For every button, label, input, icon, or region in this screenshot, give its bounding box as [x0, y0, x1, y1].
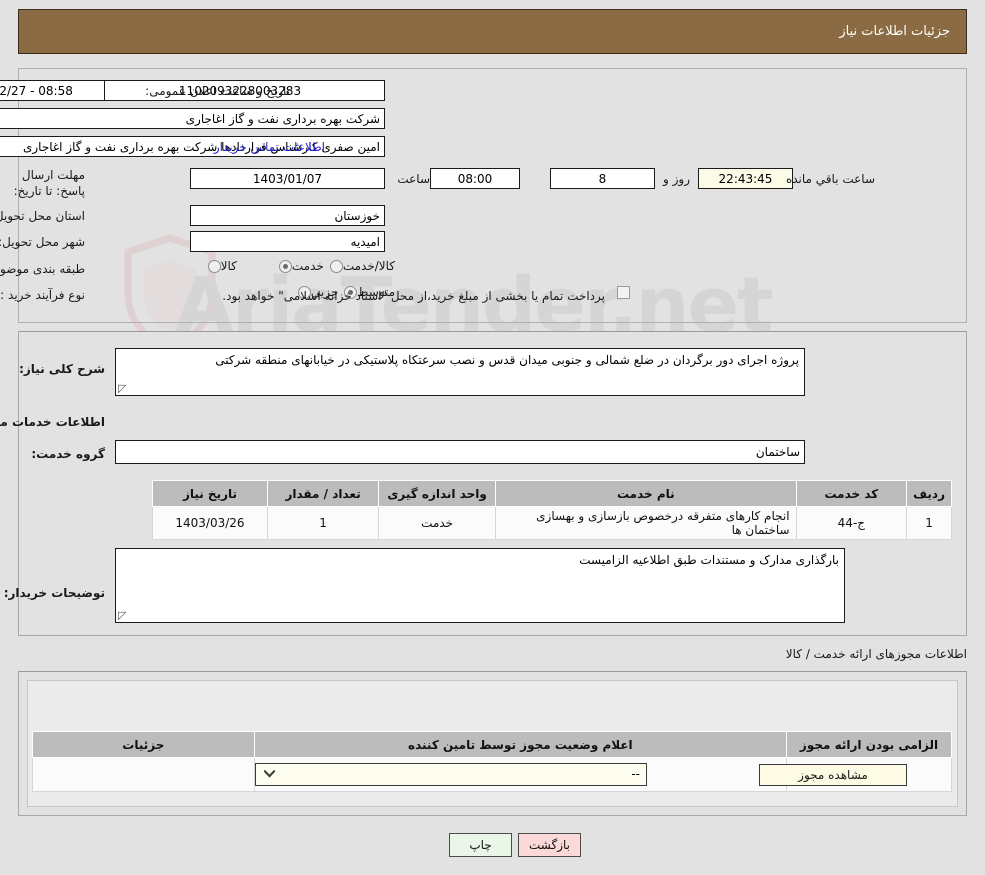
services-heading: اطلاعات خدمات مورد نیاز	[0, 415, 105, 429]
radio-kala-icon[interactable]	[207, 259, 221, 273]
view-permit-button[interactable]: مشاهده مجوز	[759, 764, 907, 786]
cell-permit-detail	[32, 757, 255, 792]
category-option-khedmat-label: خدمت	[291, 259, 324, 273]
cell-code: ج-44	[795, 506, 908, 540]
category-option-kala-khedmat[interactable]: کالا/خدمت	[324, 259, 395, 273]
buyer-notes-value: بارگذاری مدارک و مستندات طبق اطلاعیه الز…	[579, 553, 839, 567]
general-need-label: شرح کلی نیاز:	[19, 362, 105, 376]
buyer-notes-textarea[interactable]: بارگذاری مدارک و مستندات طبق اطلاعیه الز…	[115, 548, 845, 623]
category-label: طبقه بندی موضوعی:	[0, 262, 85, 276]
deadline-time-field[interactable]: 08:00	[430, 168, 520, 189]
general-need-textarea[interactable]: پروژه اجرای دور برگردان در ضلع شمالی و ج…	[115, 348, 805, 396]
category-option-kala-label: کالا	[220, 259, 237, 273]
process-label: نوع فرآیند خرید :	[0, 288, 85, 302]
permit-status-select[interactable]: --	[255, 763, 647, 786]
resize-handle-icon-2[interactable]: ◹	[118, 609, 128, 622]
col-permit-required: الزامی بودن ارائه مجوز	[786, 731, 952, 758]
general-need-value: پروژه اجرای دور برگردان در ضلع شمالی و ج…	[215, 353, 799, 367]
public-announce-field[interactable]: 1402/12/27 - 08:58	[0, 80, 105, 101]
category-option-kala[interactable]: کالا	[202, 259, 237, 273]
deadline-date-field[interactable]: 1403/01/07	[190, 168, 385, 189]
col-permit-status: اعلام وضعیت مجوز توسط تامین کننده	[253, 731, 788, 758]
buyer-contact-link[interactable]: اطلاعات تماس خریدار	[214, 140, 325, 154]
city-field[interactable]: امیدیه	[190, 231, 385, 252]
category-option-kala-khedmat-label: کالا/خدمت	[342, 259, 395, 273]
table-row: 1 ج-44 انجام کارهای متفرقه درخصوص بازساز…	[152, 506, 952, 540]
window-title-bar: جزئیات اطلاعات نیاز	[18, 9, 967, 54]
treasury-checkbox-wrap[interactable]	[611, 286, 630, 299]
buyer-notes-label: توضیحات خریدار:	[3, 586, 105, 600]
treasury-checkbox-icon[interactable]	[617, 286, 630, 299]
province-label: استان محل تحویل:	[0, 209, 85, 223]
services-table-header-row: ردیف کد خدمت نام خدمت واحد اندازه گیری ت…	[152, 480, 952, 507]
cell-unit: خدمت	[378, 506, 497, 540]
cell-row: 1	[906, 506, 952, 540]
service-group-field[interactable]: ساختمان	[115, 440, 805, 464]
remaining-days-field[interactable]: 8	[550, 168, 655, 189]
cell-name: انجام کارهای متفرقه درخصوص بازسازی و بهس…	[495, 506, 797, 540]
print-button[interactable]: چاپ	[449, 833, 512, 857]
countdown-field: 22:43:45	[698, 168, 793, 189]
creator-field[interactable]: امین صفری کارشناس قراردادها شرکت بهره بر…	[0, 136, 385, 157]
resize-handle-icon[interactable]: ◹	[118, 382, 128, 395]
city-label: شهر محل تحویل:	[0, 235, 85, 249]
services-table: ردیف کد خدمت نام خدمت واحد اندازه گیری ت…	[152, 480, 952, 540]
countdown-label: ساعت باقي مانده	[785, 172, 875, 186]
public-announce-label: تاریخ و ساعت اعلان عمومی:	[145, 84, 290, 98]
col-need-date: تاریخ نیاز	[152, 480, 268, 507]
deadline-label: مهلت ارسال پاسخ: تا تاریخ:	[13, 168, 85, 198]
province-field[interactable]: خوزستان	[190, 205, 385, 226]
buyer-org-field[interactable]: شرکت بهره برداری نفت و گاز اغاجاری	[0, 108, 385, 129]
page-title: جزئیات اطلاعات نیاز	[839, 24, 950, 39]
service-group-label: گروه خدمت:	[31, 447, 105, 461]
back-button[interactable]: بازگشت	[518, 833, 581, 857]
cell-qty: 1	[266, 506, 380, 540]
radio-khedmat-icon[interactable]	[278, 259, 292, 273]
page-root: AriaTender.net جزئیات اطلاعات نیاز شماره…	[0, 0, 985, 875]
radio-kala-khedmat-icon[interactable]	[329, 259, 343, 273]
permits-table-header-row: الزامی بودن ارائه مجوز اعلام وضعیت مجوز …	[32, 731, 952, 758]
col-unit: واحد اندازه گیری	[378, 480, 497, 507]
permit-status-select-value: --	[631, 767, 640, 781]
col-code: کد خدمت	[795, 480, 908, 507]
chevron-down-icon	[263, 770, 276, 778]
treasury-note: پرداخت تمام یا بخشی از مبلغ خرید،از محل …	[222, 289, 605, 303]
col-permit-detail: جزئیات	[32, 731, 255, 758]
col-name: نام خدمت	[495, 480, 797, 507]
cell-need-date: 1403/03/26	[152, 506, 268, 540]
top-info-panel	[18, 68, 967, 323]
col-qty: تعداد / مقدار	[266, 480, 380, 507]
col-row: ردیف	[906, 480, 952, 507]
permits-section-title: اطلاعات مجوزهای ارائه خدمت / کالا	[785, 647, 967, 661]
days-label: روز و	[663, 172, 690, 186]
hour-label: ساعت	[397, 172, 430, 186]
category-radio-group: کالا خدمت کالا/خدمت	[166, 259, 395, 273]
category-option-khedmat[interactable]: خدمت	[273, 259, 324, 273]
